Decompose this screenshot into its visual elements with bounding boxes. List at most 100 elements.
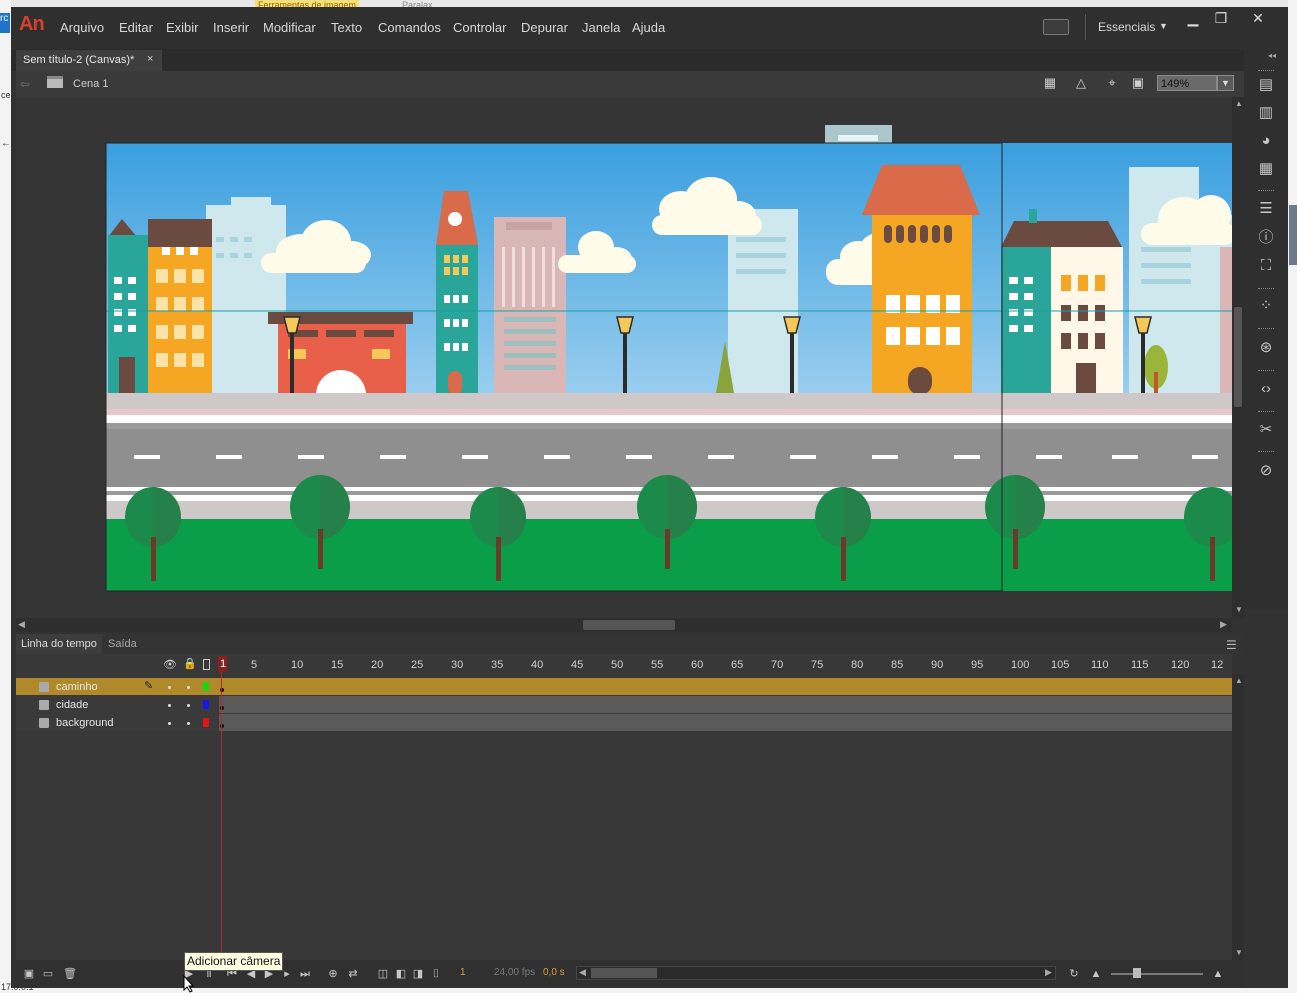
new-folder-icon[interactable]: ▭ [41,967,55,981]
timeline-zoom-knob[interactable] [1133,968,1141,978]
timeline-vertical-scrollbar[interactable]: ▲ ▼ [1232,674,1244,960]
panel-grip[interactable] [1258,70,1274,73]
visibility-eye-icon[interactable]: 👁 [163,658,177,671]
desktop-side-badge: rc [0,13,10,33]
lock-dot[interactable] [187,704,190,707]
clip-content-icon[interactable]: ▣ [1129,75,1147,91]
panel-grip[interactable] [1258,451,1274,454]
zoom-in-large-icon[interactable]: ▲ [1211,967,1225,981]
tab-close-icon[interactable]: × [147,53,153,65]
properties-icon[interactable]: ▤ [1256,76,1276,94]
menu-exibir[interactable]: Exibir [166,20,199,35]
outline-icon[interactable] [203,659,210,670]
layer-name[interactable]: background [56,717,114,729]
stage-hscroll-thumb[interactable] [583,620,675,630]
collapse-panels-icon[interactable]: ◂◂ [1268,51,1276,60]
web-export-icon[interactable]: ⊘ [1256,462,1276,480]
edit-symbols-icon[interactable]: △ [1072,75,1090,91]
delete-icon[interactable]: 🗑 [63,967,77,981]
frame-number: 5 [251,659,258,671]
frame-number: 60 [691,659,704,671]
menu-ajuda[interactable]: Ajuda [632,20,665,35]
motion-presets-icon[interactable]: ⁘ [1256,297,1276,315]
layer-outline-color[interactable] [203,700,209,709]
minimize-icon[interactable]: ▁ [1183,10,1203,26]
frame-rate[interactable]: 24,00 fps [494,967,535,978]
panel-grip[interactable] [1258,288,1274,291]
panel-grip[interactable] [1258,328,1274,331]
layer-name[interactable]: caminho [56,681,98,693]
zoom-out-small-icon[interactable]: ▲ [1089,967,1103,981]
scene-label[interactable]: Cena 1 [73,78,108,90]
frame-number: 12 [1211,659,1224,671]
swatches-icon[interactable]: ▦ [1256,160,1276,178]
lock-dot[interactable] [187,722,190,725]
zoom-input[interactable]: 149% [1157,75,1217,91]
visibility-dot[interactable] [168,722,171,725]
onion-skin-icon[interactable]: ◫ [376,967,390,981]
frame-number: 25 [411,659,424,671]
close-icon[interactable]: ✕ [1248,10,1268,26]
lock-icon[interactable]: 🔒 [183,657,197,670]
frame-number: 120 [1171,659,1190,671]
pasteboard[interactable] [16,97,1232,618]
menu-depurar[interactable]: Depurar [521,20,568,35]
lock-dot[interactable] [187,686,190,689]
library-icon[interactable]: ▥ [1256,104,1276,122]
new-layer-icon[interactable]: ▣ [22,967,36,981]
menu-inserir[interactable]: Inserir [213,20,249,35]
timeline-hscroll-thumb[interactable] [591,968,657,978]
panel-grip[interactable] [1258,190,1274,193]
stage-canvas[interactable] [16,97,1232,618]
loop-icon[interactable]: ⇄ [346,967,360,981]
stage-vertical-scrollbar[interactable]: ▲ ▼ [1232,97,1244,618]
layer-outline-color[interactable] [203,682,209,691]
frame-number: 35 [491,659,504,671]
layer-outline-color[interactable] [203,718,209,727]
frame-number: 55 [651,659,664,671]
menu-comandos[interactable]: Comandos [378,20,441,35]
edit-scene-icon[interactable]: ▦ [1041,75,1059,91]
chevron-down-icon[interactable]: ▼ [1159,21,1168,31]
tools-icon[interactable]: ✂ [1256,421,1276,439]
panel-grip[interactable] [1258,370,1274,373]
color-palette-icon[interactable]: ◕ [1256,132,1276,150]
maximize-icon[interactable]: ❐ [1211,10,1231,26]
menu-modificar[interactable]: Modificar [263,20,316,35]
center-stage-icon[interactable]: ⌖ [1103,75,1121,91]
transform-icon[interactable]: ⛶ [1256,257,1276,275]
align-icon[interactable]: ☰ [1256,200,1276,218]
menu-controlar[interactable]: Controlar [453,20,506,35]
workspace-switcher[interactable]: Essenciais [1098,20,1155,34]
frame-number: 80 [851,659,864,671]
cc-libraries-icon[interactable]: ⊛ [1256,339,1276,357]
info-icon[interactable]: ⓘ [1256,229,1276,247]
center-frame-icon[interactable]: ⊕ [326,967,340,981]
tab-output[interactable]: Saída [108,638,137,650]
visibility-dot[interactable] [168,686,171,689]
sync-settings-icon[interactable] [1043,19,1069,35]
edit-multiple-frames-icon[interactable]: ◨ [411,967,425,981]
elapsed-time[interactable]: 0,0 s [543,967,565,978]
zoom-dropdown-icon[interactable]: ▼ [1217,75,1234,91]
timeline-zoom-slider[interactable] [1111,973,1203,975]
playhead-line[interactable] [221,672,222,960]
last-frame-icon[interactable]: ⏭ [298,967,312,981]
back-arrow-icon[interactable]: ⇦ [20,77,30,91]
layer-name[interactable]: cidade [56,699,88,711]
code-snippets-icon[interactable]: ‹› [1256,380,1276,398]
menu-texto[interactable]: Texto [331,20,362,35]
visibility-dot[interactable] [168,704,171,707]
menu-janela[interactable]: Janela [582,20,620,35]
onion-outline-icon[interactable]: ◧ [394,967,408,981]
menu-arquivo[interactable]: Arquivo [60,20,104,35]
tooltip: Adicionar câmera [184,952,284,971]
current-frame[interactable]: 1 [460,967,466,978]
modify-markers-icon[interactable]: ⌷ [429,967,443,981]
sync-view-icon[interactable]: ↻ [1067,967,1081,981]
edit-bar [16,71,1244,97]
panel-menu-icon[interactable]: ☰ [1226,638,1237,652]
menu-editar[interactable]: Editar [119,20,153,35]
scene-clapper-icon [47,76,63,88]
panel-grip[interactable] [1258,411,1274,414]
